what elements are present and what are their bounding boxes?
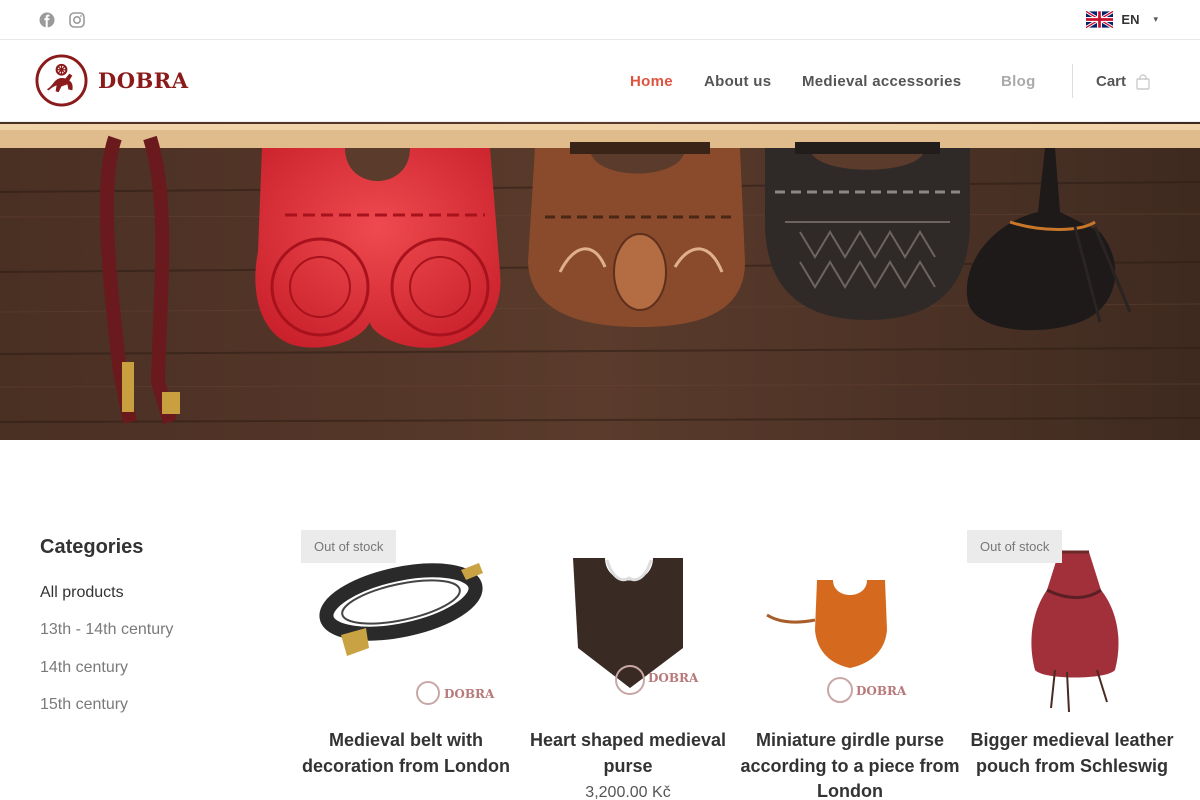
site-logo[interactable]: DOBRA bbox=[35, 54, 189, 107]
product-title[interactable]: Heart shaped medieval purse bbox=[513, 728, 743, 779]
category-14th-century[interactable]: 14th century bbox=[40, 659, 128, 677]
nav-medieval-accessories[interactable]: Medieval accessories bbox=[802, 73, 961, 90]
cart-label: Cart bbox=[1096, 73, 1127, 90]
svg-text:DOBRA: DOBRA bbox=[856, 684, 907, 698]
chevron-down-icon: ▾ bbox=[1153, 14, 1158, 24]
instagram-icon[interactable] bbox=[69, 12, 85, 28]
nav-home[interactable]: Home bbox=[630, 73, 673, 90]
hero-image bbox=[0, 122, 1200, 440]
product-image: DOBRA bbox=[573, 558, 699, 695]
category-13th-14th-century[interactable]: 13th - 14th century bbox=[40, 621, 173, 639]
category-15th-century[interactable]: 15th century bbox=[40, 696, 128, 714]
hero-banner bbox=[0, 122, 1200, 440]
cart-button[interactable]: Cart bbox=[1096, 73, 1150, 90]
categories-title: Categories bbox=[40, 536, 144, 558]
logo-text: DOBRA bbox=[98, 68, 189, 93]
product-title[interactable]: Miniature girdle purse according to a pi… bbox=[735, 728, 965, 800]
product-title[interactable]: Medieval belt with decoration from Londo… bbox=[291, 728, 521, 779]
logo-emblem-icon bbox=[35, 54, 88, 107]
nav-divider bbox=[1072, 64, 1073, 98]
product-price: 3,200.00 Kč bbox=[585, 784, 671, 800]
svg-text:DOBRA: DOBRA bbox=[648, 671, 699, 685]
product-title[interactable]: Bigger medieval leather pouch from Schle… bbox=[957, 728, 1187, 779]
nav-blog[interactable]: Blog bbox=[1001, 73, 1036, 90]
top-bar: EN ▾ bbox=[0, 0, 1200, 40]
out-of-stock-badge: Out of stock bbox=[967, 530, 1063, 563]
product-image: DOBRA bbox=[766, 580, 907, 703]
uk-flag-icon bbox=[1086, 11, 1114, 28]
language-label: EN bbox=[1121, 12, 1140, 27]
shopping-bag-icon bbox=[1136, 73, 1150, 90]
svg-text:DOBRA: DOBRA bbox=[444, 687, 495, 701]
nav-about-us[interactable]: About us bbox=[704, 73, 771, 90]
language-switcher[interactable]: EN ▾ bbox=[1086, 11, 1158, 28]
out-of-stock-badge: Out of stock bbox=[301, 530, 397, 563]
facebook-icon[interactable] bbox=[39, 12, 55, 28]
site-header: DOBRA Home About us Medieval accessories… bbox=[0, 40, 1200, 122]
category-all-products[interactable]: All products bbox=[40, 584, 124, 602]
